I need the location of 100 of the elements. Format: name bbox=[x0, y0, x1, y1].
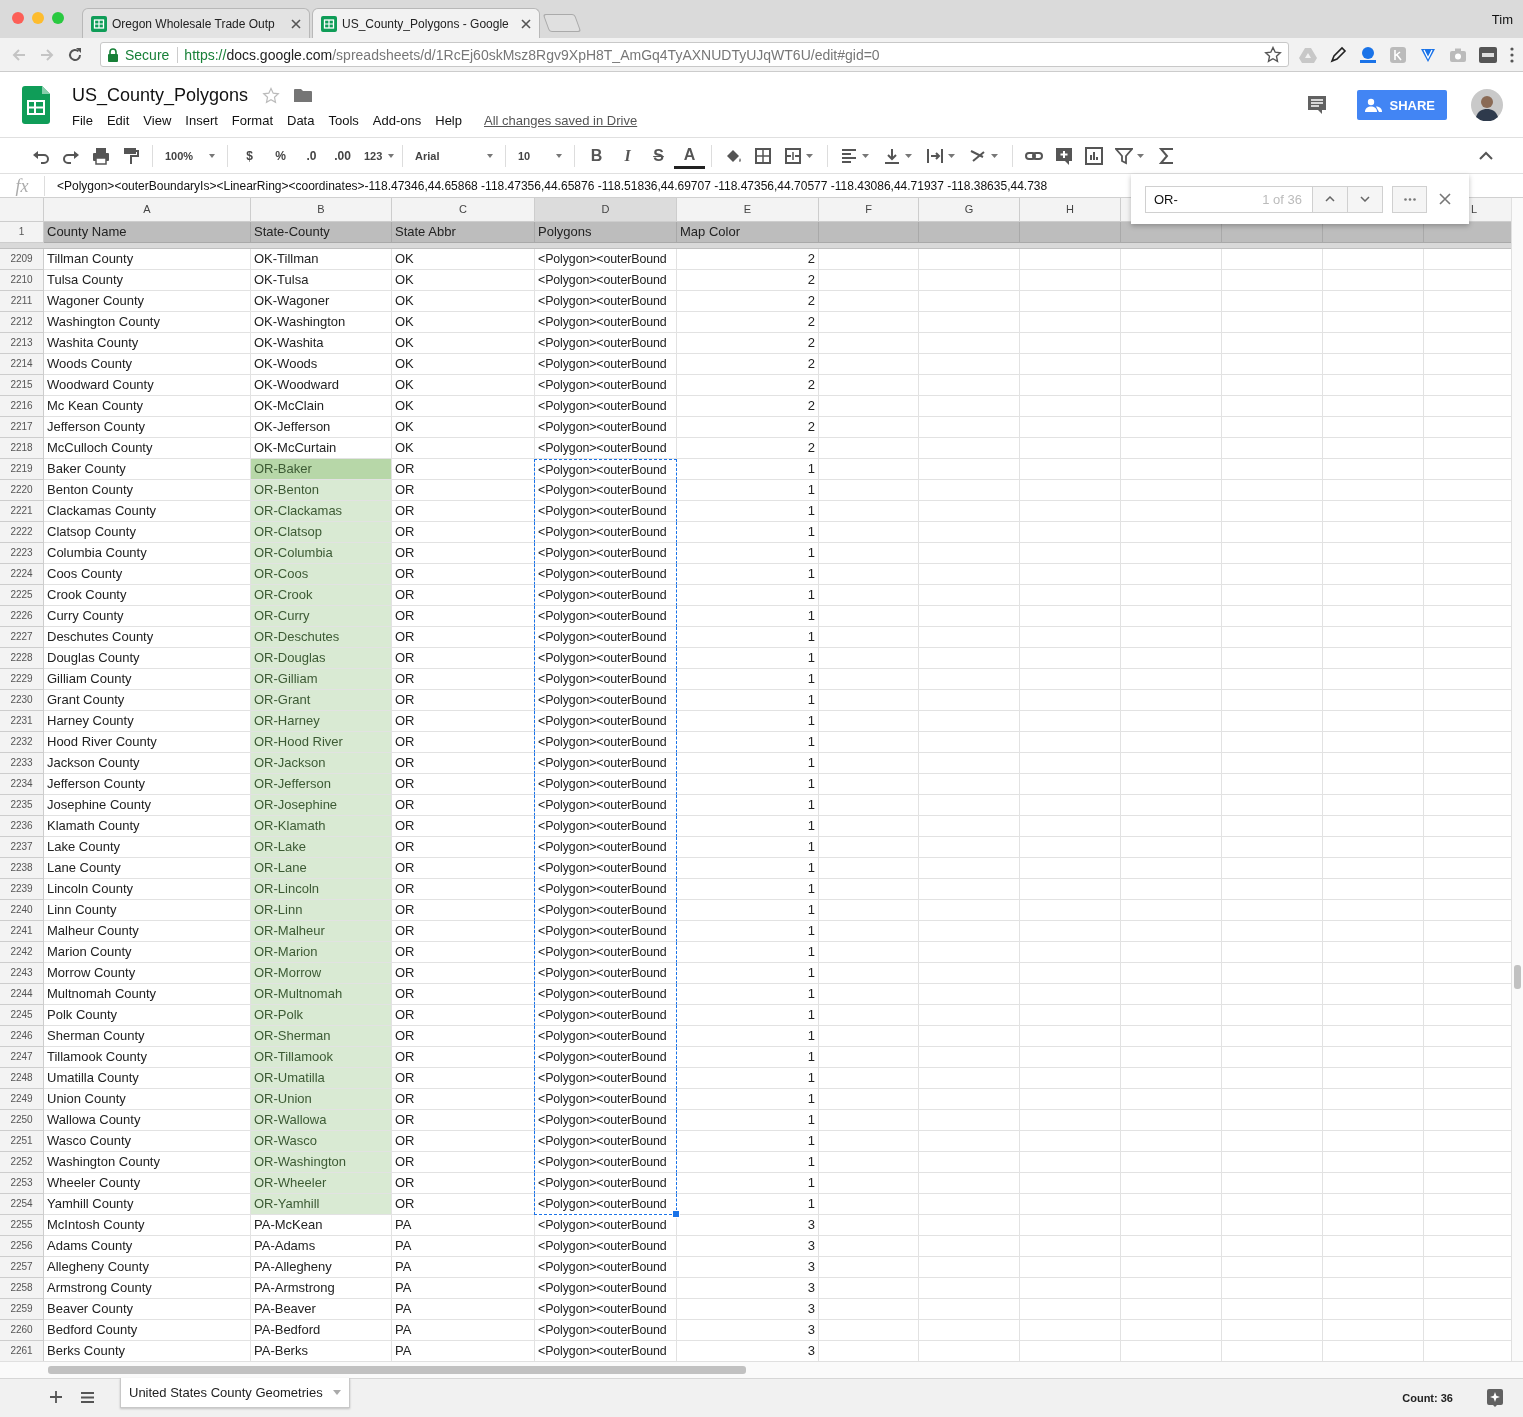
dropdown-arrow-icon[interactable] bbox=[948, 153, 955, 158]
table-cell: <Polygon><outerBound bbox=[534, 1110, 677, 1131]
add-sheet-icon[interactable] bbox=[50, 1391, 62, 1403]
menu-item[interactable]: Data bbox=[287, 113, 322, 128]
menu-item[interactable]: Add-ons bbox=[372, 113, 429, 128]
column-header[interactable]: F bbox=[819, 198, 919, 222]
close-icon[interactable] bbox=[290, 17, 302, 30]
table-cell: OR-Harney bbox=[251, 711, 392, 732]
table-cell: OR bbox=[392, 1026, 535, 1047]
address-bar[interactable]: Secure https://docs.google.com/spreadsheets/d/1RcEj60skMsz8Rgv9XpH8T_AmGq4TyAXNUDTyUJqWT6U/edit#gid=0 bbox=[100, 42, 1289, 67]
table-cell: OK-Jefferson bbox=[251, 417, 392, 438]
menu-item[interactable]: Insert bbox=[185, 113, 225, 128]
table-cell: Wasco County bbox=[44, 1131, 251, 1152]
dropdown-arrow-icon[interactable] bbox=[862, 153, 869, 158]
decrease-decimals-button[interactable]: .0 bbox=[296, 142, 327, 169]
menu-item[interactable]: View bbox=[143, 113, 179, 128]
table-cell: Lane County bbox=[44, 858, 251, 879]
table-cell: OR-Columbia bbox=[251, 543, 392, 564]
close-icon[interactable] bbox=[520, 17, 532, 30]
column-header[interactable]: A bbox=[44, 198, 251, 222]
column-header[interactable]: E bbox=[677, 198, 819, 222]
table-cell: OR-Douglas bbox=[251, 648, 392, 669]
table-cell: <Polygon><outerBound bbox=[534, 1068, 677, 1089]
dropdown-arrow-icon[interactable] bbox=[806, 153, 813, 158]
font-size-dropdown[interactable]: 10 bbox=[512, 142, 568, 169]
table-cell: Wallowa County bbox=[44, 1110, 251, 1131]
number-format-dropdown[interactable]: 123 bbox=[358, 142, 396, 169]
menu-item[interactable]: Help bbox=[435, 113, 469, 128]
row-number: 2225 bbox=[0, 585, 44, 606]
horizontal-scrollbar[interactable] bbox=[0, 1361, 1523, 1378]
sheet-list-icon[interactable] bbox=[81, 1392, 94, 1403]
increase-decimals-button[interactable]: .00 bbox=[327, 142, 358, 169]
share-button[interactable]: SHARE bbox=[1357, 90, 1447, 120]
profile-name[interactable]: Tim bbox=[1491, 12, 1513, 27]
reload-icon[interactable] bbox=[66, 45, 84, 64]
dropdown-arrow-icon[interactable] bbox=[1137, 153, 1144, 158]
table-cell: OR bbox=[392, 1089, 535, 1110]
scrollbar-thumb[interactable] bbox=[1514, 965, 1521, 989]
spreadsheet-logo[interactable] bbox=[22, 86, 50, 124]
next-match-button[interactable] bbox=[1348, 185, 1383, 213]
explore-icon[interactable] bbox=[1487, 1389, 1503, 1407]
off-toggle-icon[interactable] bbox=[1479, 46, 1497, 63]
table-cell: 1 bbox=[677, 921, 819, 942]
more-menu-icon[interactable] bbox=[1509, 45, 1515, 64]
letter-a-icon[interactable] bbox=[1359, 45, 1377, 64]
collapse-icon[interactable] bbox=[1479, 151, 1493, 160]
italic-button[interactable]: I bbox=[612, 142, 643, 169]
table-cell: <Polygon><outerBound bbox=[534, 795, 677, 816]
row-number: 2226 bbox=[0, 606, 44, 627]
dropdown-arrow-icon[interactable] bbox=[332, 1390, 341, 1395]
find-field[interactable]: OR- 1 of 36 bbox=[1145, 185, 1313, 213]
percent-button[interactable]: % bbox=[265, 142, 296, 169]
font-dropdown[interactable]: Arial bbox=[409, 142, 499, 169]
table-cell: Baker County bbox=[44, 459, 251, 480]
column-header[interactable]: D bbox=[535, 198, 677, 222]
column-header[interactable]: H bbox=[1020, 198, 1121, 222]
table-cell: 3 bbox=[677, 1278, 819, 1299]
table-cell: OR bbox=[392, 1047, 535, 1068]
star-icon[interactable] bbox=[262, 86, 281, 105]
vertical-scrollbar[interactable] bbox=[1511, 198, 1523, 1361]
column-header[interactable]: B bbox=[251, 198, 392, 222]
formula-input[interactable]: <Polygon><outerBoundaryIs><LinearRing><coordinates>-118.47346,44.65868 -118.47356,44.65876 -118.51836,44.69707 -118.47356,44.70577 -118.43086,44.71937 -118.38635,44.738 bbox=[57, 178, 1048, 193]
row-number: 2242 bbox=[0, 942, 44, 963]
dropdown-arrow-icon[interactable] bbox=[905, 153, 912, 158]
dropdown-arrow-icon[interactable] bbox=[991, 153, 998, 158]
column-header[interactable]: G bbox=[919, 198, 1020, 222]
fill-handle[interactable] bbox=[672, 1210, 680, 1218]
bold-button[interactable]: B bbox=[581, 142, 612, 169]
pen-icon[interactable] bbox=[1329, 45, 1347, 64]
table-cell: PA-Allegheny bbox=[251, 1257, 392, 1278]
menu-item[interactable]: File bbox=[72, 113, 100, 128]
currency-button[interactable]: $ bbox=[234, 142, 265, 169]
table-cell: Mc Kean County bbox=[44, 396, 251, 417]
avatar[interactable] bbox=[1471, 89, 1503, 121]
menu-item[interactable]: Edit bbox=[106, 113, 137, 128]
table-cell: 3 bbox=[677, 1320, 819, 1341]
folder-icon[interactable] bbox=[294, 88, 313, 103]
row-number: 2261 bbox=[0, 1341, 44, 1362]
document-title[interactable]: US_County_Polygons bbox=[72, 85, 249, 106]
browser-tab[interactable]: US_County_Polygons - Google bbox=[312, 8, 540, 38]
browser-tab[interactable]: Oregon Wholesale Trade Outp bbox=[82, 8, 310, 38]
table-cell: <Polygon><outerBound bbox=[534, 669, 677, 690]
zoom-dropdown[interactable]: 100% bbox=[159, 142, 221, 169]
table-cell: Sherman County bbox=[44, 1026, 251, 1047]
sheet-tab[interactable]: United States County Geometries bbox=[120, 1378, 350, 1408]
menu-item[interactable]: Tools bbox=[328, 113, 366, 128]
table-cell: 1 bbox=[677, 753, 819, 774]
previous-match-button[interactable] bbox=[1313, 185, 1348, 213]
save-status-link[interactable]: All changes saved in Drive bbox=[484, 113, 645, 128]
text-color-button[interactable]: A bbox=[674, 142, 705, 169]
menu-item[interactable]: Format bbox=[231, 113, 280, 128]
table-cell: OK-Washita bbox=[251, 333, 392, 354]
bookmark-star-icon[interactable] bbox=[1264, 45, 1282, 64]
strikethrough-button[interactable]: S bbox=[643, 142, 674, 169]
close-icon[interactable] bbox=[1439, 193, 1451, 205]
comment-icon[interactable] bbox=[1307, 95, 1328, 115]
table-cell: OR bbox=[392, 585, 535, 606]
column-header[interactable]: C bbox=[392, 198, 535, 222]
scrollbar-thumb[interactable] bbox=[48, 1366, 746, 1374]
chevron-down-icon bbox=[1360, 196, 1370, 202]
